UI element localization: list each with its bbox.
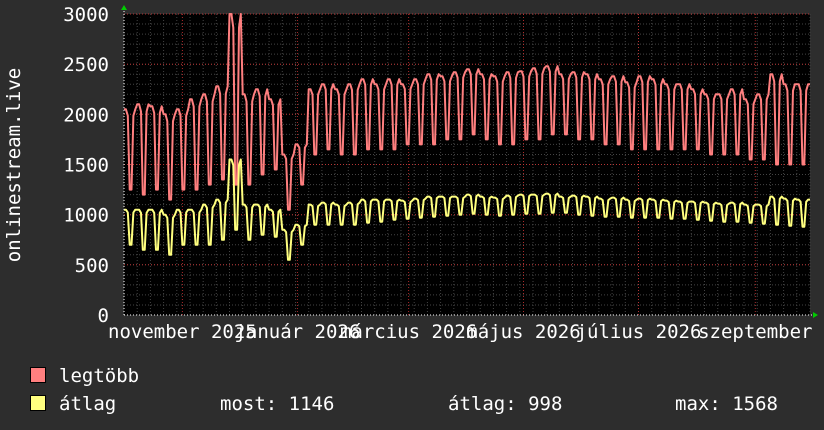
legend-swatch-atlag [30,395,46,411]
x-tick-label: május 2026 [466,321,580,343]
y-axis-arrow [121,5,127,10]
y-tick-label: 1000 [63,205,109,227]
x-axis-ticks: november 2025január 2026március 2026máju… [108,321,812,343]
stat-max: max: 1568 [675,393,778,415]
x-tick-label: március 2026 [340,321,477,343]
x-tick-label: szeptember [698,321,812,343]
y-tick-label: 2500 [63,54,109,76]
line-chart: 050010001500200025003000 november 2025ja… [3,4,818,343]
legend-swatch-legtobb [30,367,46,383]
legend-label-atlag: átlag [59,393,117,415]
y-tick-label: 3000 [63,4,109,26]
y-tick-label: 500 [75,255,109,277]
y-axis-ticks: 050010001500200025003000 [63,4,109,327]
stat-average: átlag: 998 [448,393,563,415]
y-tick-label: 2000 [63,104,109,126]
y-axis-label: onlinestream.live [3,68,25,262]
legend-label-legtobb: legtöbb [59,365,140,387]
y-tick-label: 1500 [63,155,109,177]
x-axis-arrow [813,312,818,318]
stat-now: most: 1146 [220,393,335,415]
x-tick-label: július 2026 [576,321,702,343]
